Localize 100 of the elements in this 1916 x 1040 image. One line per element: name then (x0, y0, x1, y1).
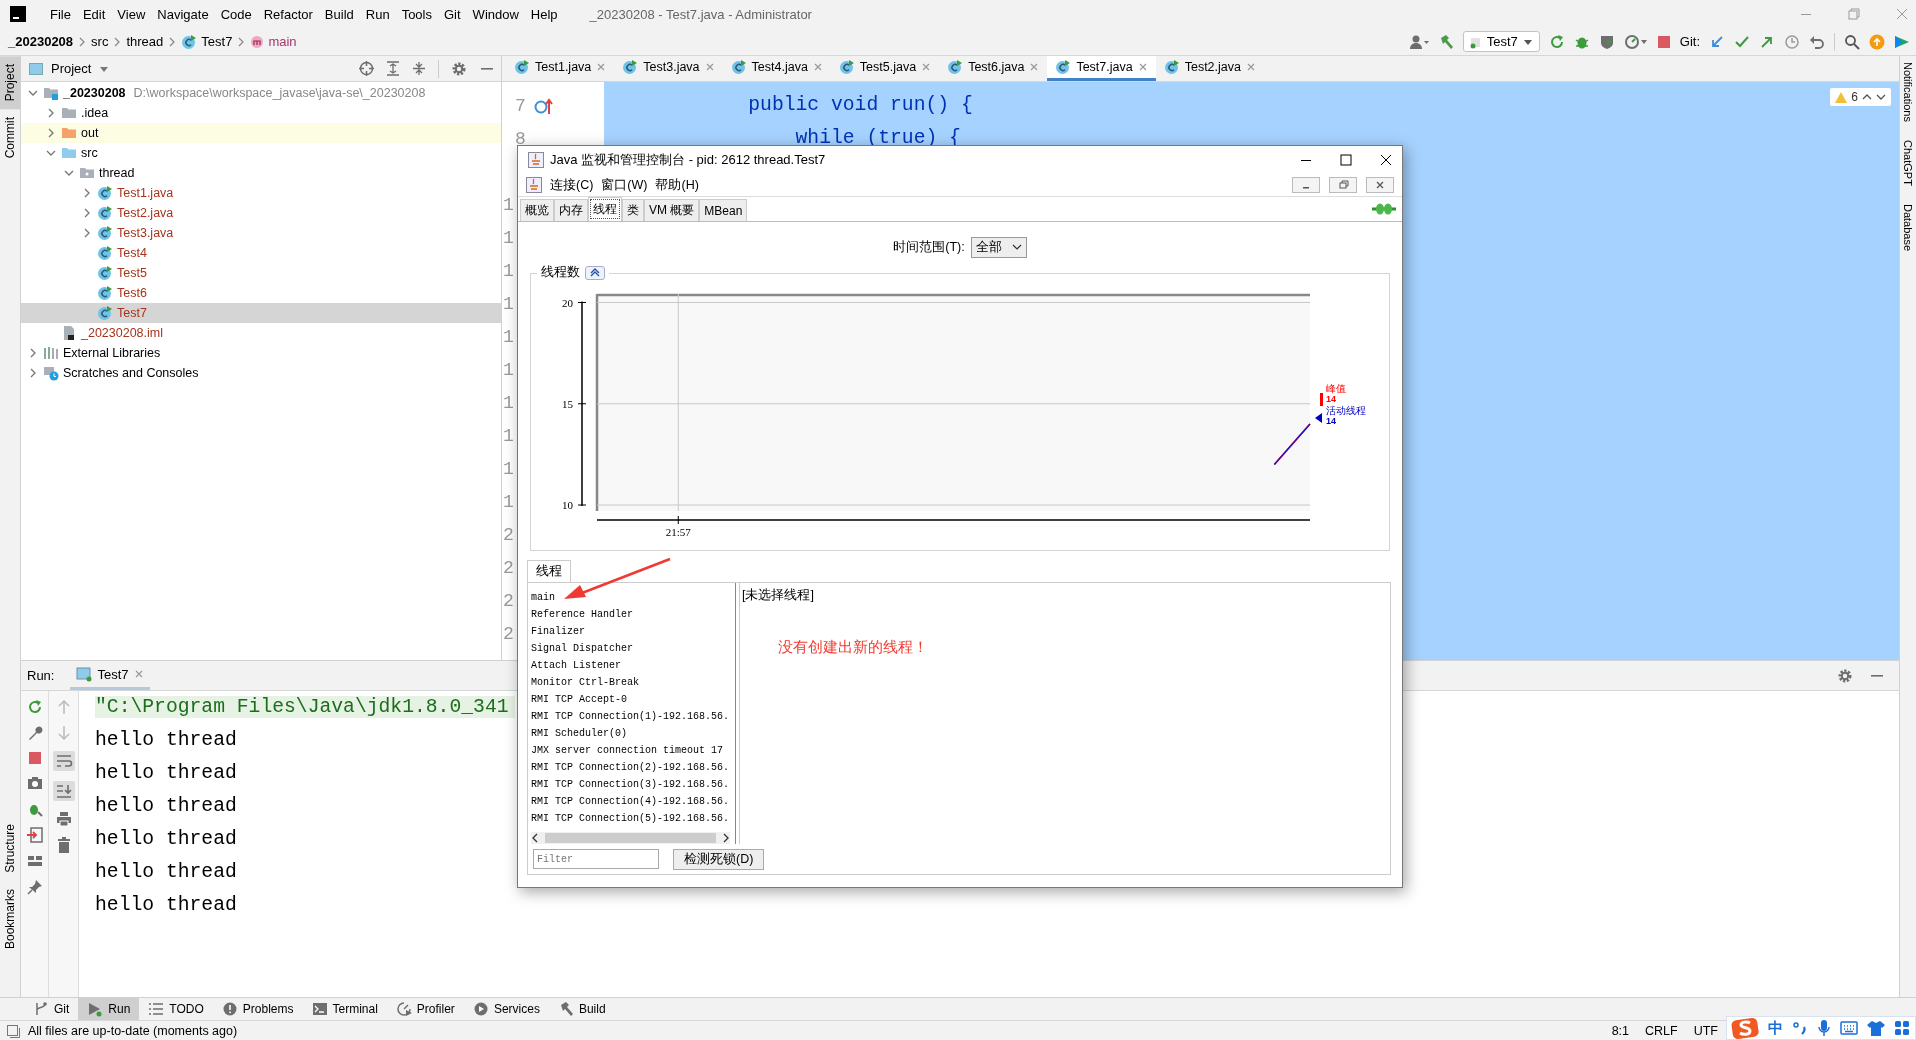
menu-item[interactable]: Window (466, 6, 525, 22)
tool-window-tab[interactable]: Bookmarks (0, 880, 20, 957)
search-icon[interactable] (1844, 33, 1860, 50)
tool-window-button[interactable]: Run (78, 998, 140, 1020)
breadcrumb[interactable]: thread (126, 34, 164, 49)
menu-item[interactable]: Build (318, 6, 360, 22)
tree-item[interactable]: _20230208.iml (21, 323, 501, 343)
list-item[interactable]: RMI TCP Connection(2)-192.168.56. (531, 759, 734, 776)
shield-icon[interactable] (1598, 33, 1615, 50)
grid-icon[interactable] (1894, 1020, 1910, 1036)
list-item[interactable]: RMI TCP Connection(5)-192.168.56. (531, 810, 734, 827)
clock-icon[interactable] (1784, 33, 1800, 50)
menu-item[interactable]: Edit (76, 6, 112, 22)
menu-item[interactable]: Git (438, 6, 467, 22)
menu-item[interactable]: 帮助(H) (655, 176, 699, 194)
tree-item[interactable]: .idea (21, 103, 501, 123)
editor-tab[interactable]: Test7.java (1047, 56, 1156, 81)
tree-item[interactable]: thread (21, 163, 501, 183)
tree-item[interactable]: Test6 (21, 283, 501, 303)
list-item[interactable]: RMI TCP Accept-0 (531, 691, 734, 708)
tree-item[interactable]: Scratches and Consoles (21, 363, 501, 383)
file-encoding[interactable]: UTF (1693, 1023, 1718, 1038)
tool-window-tab[interactable]: Notifications (1902, 62, 1914, 122)
soft-wrap-icon[interactable] (52, 751, 75, 771)
microphone-icon[interactable] (1817, 1019, 1831, 1037)
list-item[interactable]: RMI Scheduler(0) (531, 725, 734, 742)
print-icon[interactable] (55, 811, 72, 827)
layout-icon[interactable] (26, 853, 43, 869)
tree-item[interactable]: out (21, 123, 501, 143)
editor-tab[interactable]: Test6.java (939, 56, 1048, 81)
restore-icon[interactable] (1329, 177, 1357, 193)
menu-item[interactable]: Code (214, 6, 258, 22)
tool-window-button[interactable]: Git (24, 998, 79, 1020)
menu-item[interactable]: 连接(C) (550, 176, 594, 194)
stop-icon[interactable] (27, 751, 42, 765)
editor-tab[interactable]: Test3.java (614, 56, 723, 81)
breadcrumb[interactable]: src (91, 34, 109, 49)
tree-item[interactable]: Test7 (21, 303, 501, 323)
close-icon[interactable] (1380, 154, 1392, 166)
menu-item[interactable]: Tools (395, 6, 438, 22)
breadcrumb[interactable]: _20230208 (8, 34, 74, 49)
tool-window-button[interactable]: TODO (139, 998, 213, 1020)
editor-tab[interactable]: Test4.java (722, 56, 831, 81)
menu-item[interactable]: Run (359, 6, 396, 22)
tool-window-button[interactable]: Terminal (302, 998, 387, 1020)
tree-item[interactable]: Test5 (21, 263, 501, 283)
editor-tab[interactable]: Test1.java (506, 56, 615, 81)
crosshair-icon[interactable] (359, 61, 374, 76)
breadcrumb[interactable]: Test7 (181, 33, 233, 50)
scroll-thumb[interactable] (545, 833, 716, 844)
list-item[interactable]: JMX server connection timeout 17 (531, 742, 734, 759)
tab[interactable]: 线程 (527, 560, 571, 582)
input-mode-toggle[interactable]: 中 (1768, 1018, 1783, 1038)
tab[interactable]: MBean (699, 199, 748, 221)
tree-item[interactable]: External Libraries (21, 343, 501, 363)
punctuation-icon[interactable] (1792, 1020, 1808, 1036)
editor-tab[interactable]: Test2.java (1155, 56, 1264, 81)
close-icon[interactable] (1366, 177, 1394, 193)
exit-icon[interactable] (26, 827, 43, 843)
shirt-icon[interactable] (1867, 1020, 1885, 1036)
tree-item[interactable]: src (21, 143, 501, 163)
list-item[interactable]: RMI TCP Connection(4)-192.168.56. (531, 793, 734, 810)
collapse-button[interactable] (585, 265, 605, 280)
run-configuration-select[interactable]: Test7 (1462, 31, 1540, 52)
tool-window-tab[interactable]: Commit (0, 109, 20, 167)
list-item[interactable]: RMI TCP Connection(3)-192.168.56. (531, 776, 734, 793)
menu-item[interactable]: Navigate (151, 6, 215, 22)
collapse-all-icon[interactable] (412, 61, 426, 76)
rerun-icon[interactable] (26, 699, 43, 715)
run-tab[interactable]: Test7 (70, 661, 150, 690)
tab[interactable]: 内存 (554, 199, 588, 221)
list-item[interactable]: main (531, 589, 734, 606)
scroll-to-end-icon[interactable] (52, 781, 75, 801)
list-item[interactable]: Signal Dispatcher (531, 640, 734, 657)
plugin-logo-icon[interactable] (1894, 33, 1910, 50)
scroll-left-icon[interactable] (531, 833, 539, 844)
tree-item[interactable]: _20230208 D:\workspace\workspace_javase\java-se\_20230208 (21, 83, 501, 103)
tab[interactable]: 概览 (520, 199, 554, 221)
tool-window-tab[interactable]: Project (0, 56, 20, 110)
menu-item[interactable]: Refactor (257, 6, 319, 22)
input-method-logo-icon[interactable] (1731, 1017, 1759, 1039)
settings-icon[interactable] (1837, 667, 1853, 684)
pin-icon[interactable] (26, 879, 43, 895)
trash-icon[interactable] (56, 837, 71, 853)
tool-window-tab[interactable]: Database (1902, 203, 1914, 251)
tool-window-button[interactable]: Build (548, 998, 615, 1020)
camera-icon[interactable] (26, 775, 43, 791)
scroll-right-icon[interactable] (722, 833, 730, 844)
user-icon[interactable] (1408, 33, 1429, 50)
list-item[interactable]: RMI TCP Connection(1)-192.168.56. (531, 708, 734, 725)
caret-position[interactable]: 8:1 (1611, 1023, 1630, 1038)
list-item[interactable]: Finalizer (531, 623, 734, 640)
project-view-dropdown[interactable]: Project (29, 61, 110, 76)
menu-item[interactable]: File (44, 6, 77, 22)
line-separator[interactable]: CRLF (1645, 1023, 1678, 1038)
menu-item[interactable]: 窗口(W) (601, 176, 648, 194)
tab[interactable]: VM 概要 (644, 199, 700, 221)
settings-icon[interactable] (451, 60, 467, 77)
time-range-select[interactable]: 全部 (970, 236, 1027, 258)
menu-item[interactable]: Help (524, 6, 564, 22)
